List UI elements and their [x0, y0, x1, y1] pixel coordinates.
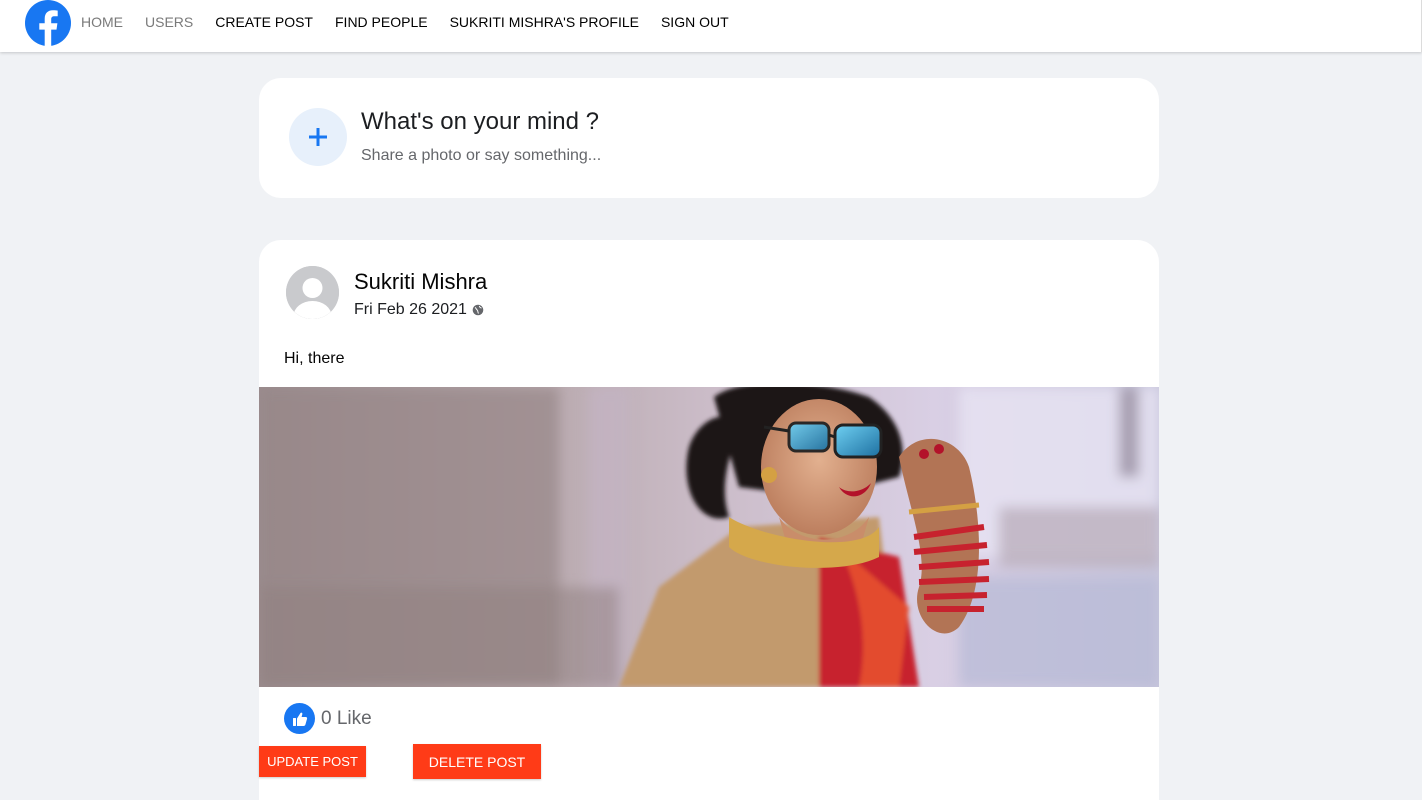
post-photo[interactable] — [259, 387, 1159, 687]
nav-users-link[interactable]: USERS — [145, 14, 193, 30]
top-navbar: HOME USERS CREATE POST FIND PEOPLE SUKRI… — [0, 0, 1422, 52]
nav-sign-out-link[interactable]: SIGN OUT — [661, 14, 729, 30]
delete-post-button[interactable]: DELETE POST — [413, 744, 541, 779]
nav-create-post-link[interactable]: CREATE POST — [215, 14, 313, 30]
like-count: 0 Like — [321, 707, 372, 729]
nav-profile-link[interactable]: SUKRITI MISHRA'S PROFILE — [450, 14, 639, 30]
facebook-logo-icon[interactable] — [25, 0, 71, 47]
post-body-text: Hi, there — [284, 350, 345, 367]
post-card: Sukriti Mishra Fri Feb 26 2021 Hi, there — [259, 240, 1159, 800]
likes-row: 0 Like — [284, 703, 372, 734]
post-composer-card[interactable]: What's on your mind ? Share a photo or s… — [259, 78, 1159, 198]
thumbs-up-icon[interactable] — [284, 703, 315, 734]
post-date: Fri Feb 26 2021 — [354, 301, 467, 318]
composer-prompt[interactable]: Share a photo or say something... — [361, 147, 601, 165]
post-author-name[interactable]: Sukriti Mishra — [354, 269, 487, 295]
post-meta: Fri Feb 26 2021 — [354, 301, 484, 319]
plus-icon[interactable] — [289, 108, 347, 166]
nav-find-people-link[interactable]: FIND PEOPLE — [335, 14, 428, 30]
avatar[interactable] — [286, 266, 339, 319]
nav-home-link[interactable]: HOME — [81, 14, 123, 30]
composer-title: What's on your mind ? — [361, 108, 600, 135]
globe-icon — [472, 304, 484, 316]
nav-links: HOME USERS CREATE POST FIND PEOPLE SUKRI… — [81, 14, 751, 30]
update-post-button[interactable]: UPDATE POST — [259, 746, 366, 777]
